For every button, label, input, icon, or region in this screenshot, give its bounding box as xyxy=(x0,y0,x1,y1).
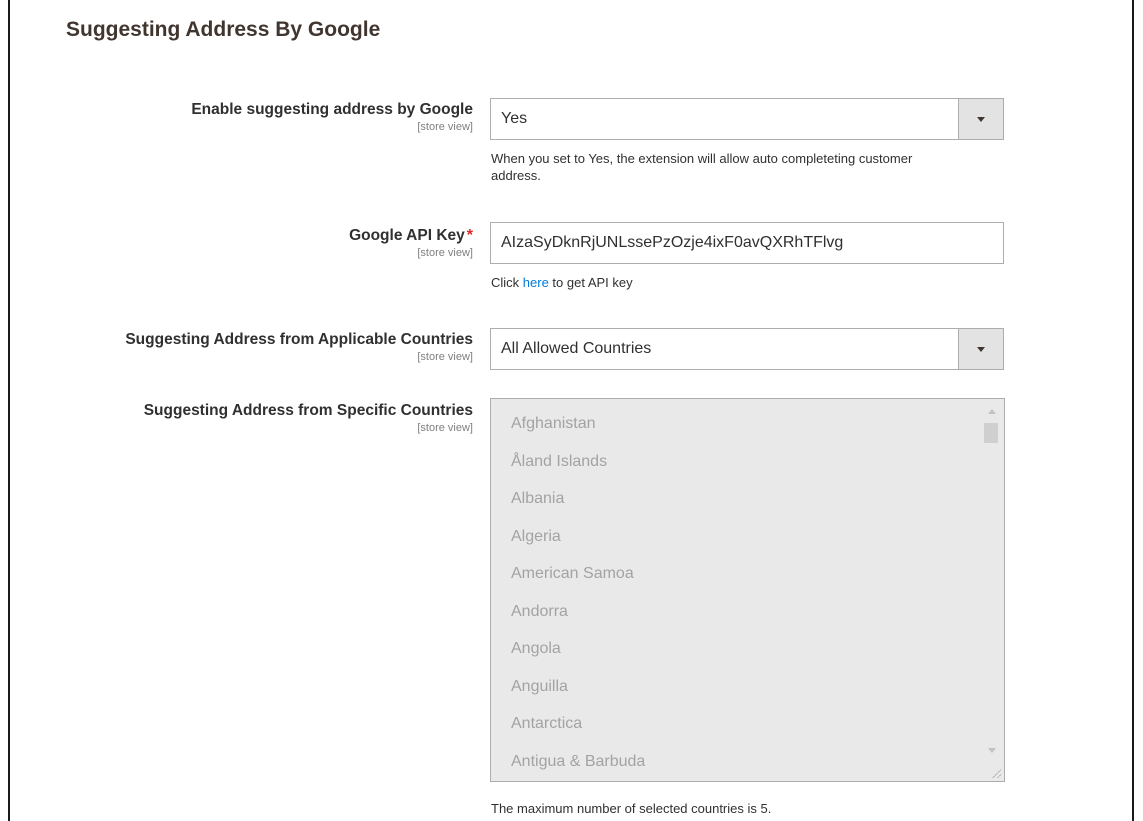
api-key-label-text: Google API Key xyxy=(349,227,465,244)
resize-handle-icon[interactable] xyxy=(991,768,1001,778)
applicable-select-toggle[interactable] xyxy=(958,329,1003,369)
scroll-up-arrow-icon[interactable] xyxy=(988,409,996,414)
country-option[interactable]: Andorra xyxy=(511,598,645,636)
applicable-label-text: Suggesting Address from Applicable Count… xyxy=(125,331,473,348)
scrollbar-thumb[interactable] xyxy=(984,423,998,443)
country-list: Afghanistan Åland Islands Albania Algeri… xyxy=(511,410,645,782)
applicable-scope: [store view] xyxy=(417,351,473,363)
applicable-field-label: Suggesting Address from Applicable Count… xyxy=(125,331,473,363)
list-scrollbar[interactable] xyxy=(981,399,1004,781)
country-option[interactable]: Åland Islands xyxy=(511,448,645,486)
specific-scope: [store view] xyxy=(417,422,473,434)
enable-note: When you set to Yes, the extension will … xyxy=(491,151,913,183)
api-key-input[interactable] xyxy=(490,222,1004,264)
section-title: Suggesting Address By Google xyxy=(66,18,381,41)
enable-label-text: Enable suggesting address by Google xyxy=(191,101,473,118)
api-key-scope: [store view] xyxy=(417,247,473,259)
api-key-note-suffix: to get API key xyxy=(548,275,633,290)
specific-note: The maximum number of selected countries… xyxy=(491,801,772,816)
specific-label-text: Suggesting Address from Specific Countri… xyxy=(143,402,473,419)
country-option[interactable]: Antigua & Barbuda xyxy=(511,748,645,782)
scroll-down-arrow-icon[interactable] xyxy=(988,748,996,753)
country-option[interactable]: American Samoa xyxy=(511,560,645,598)
api-key-note: Click here to get API key xyxy=(491,274,633,291)
country-option[interactable]: Antarctica xyxy=(511,710,645,748)
specific-countries-multiselect[interactable]: Afghanistan Åland Islands Albania Algeri… xyxy=(490,398,1005,782)
api-key-field-label: Google API Key * [store view] xyxy=(349,227,473,259)
api-key-note-prefix: Click xyxy=(491,275,523,290)
enable-field-label: Enable suggesting address by Google [sto… xyxy=(191,101,473,133)
enable-select[interactable]: Yes xyxy=(490,98,1004,140)
applicable-countries-select[interactable]: All Allowed Countries xyxy=(490,328,1004,370)
enable-select-toggle[interactable] xyxy=(958,99,1003,139)
country-option[interactable]: Anguilla xyxy=(511,673,645,711)
applicable-select-value: All Allowed Countries xyxy=(501,340,652,357)
country-option[interactable]: Angola xyxy=(511,635,645,673)
enable-scope: [store view] xyxy=(417,121,473,133)
get-api-key-link[interactable]: here xyxy=(523,275,549,290)
chevron-down-icon xyxy=(977,117,985,122)
country-option[interactable]: Afghanistan xyxy=(511,410,645,448)
country-option[interactable]: Algeria xyxy=(511,523,645,561)
required-marker: * xyxy=(466,227,473,244)
enable-select-value: Yes xyxy=(501,110,528,127)
country-option[interactable]: Albania xyxy=(511,485,645,523)
chevron-down-icon xyxy=(977,347,985,352)
specific-field-label: Suggesting Address from Specific Countri… xyxy=(144,402,473,434)
